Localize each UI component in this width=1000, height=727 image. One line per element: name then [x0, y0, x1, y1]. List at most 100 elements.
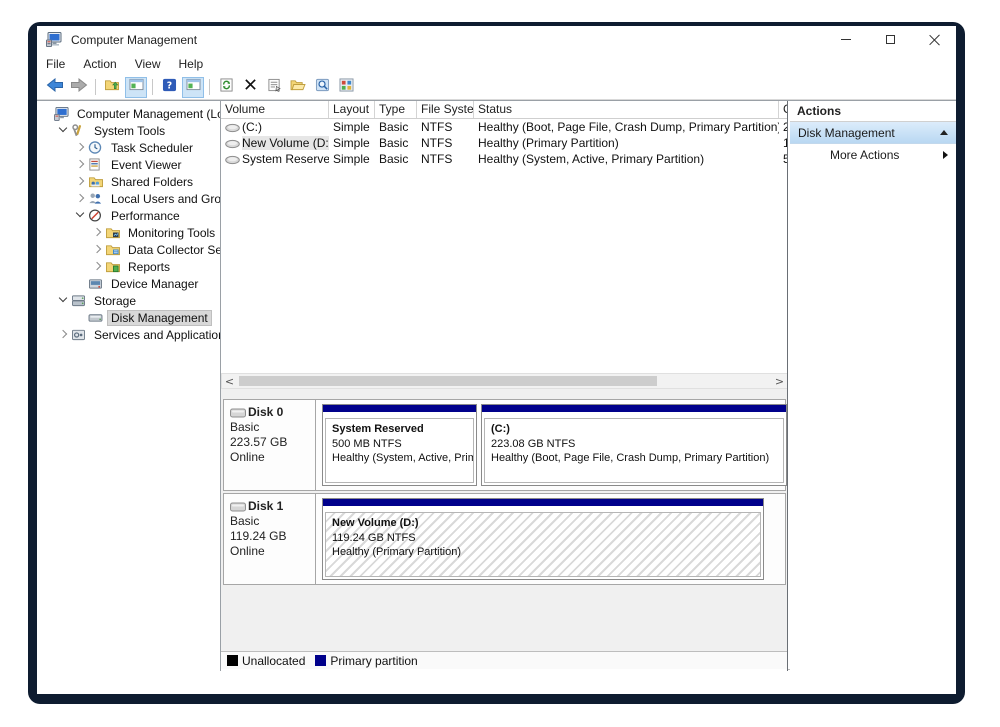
- close-button[interactable]: [912, 26, 956, 53]
- device-icon: [88, 277, 105, 291]
- volume-row-system-reserved[interactable]: System ReservedSimpleBasicNTFSHealthy (S…: [221, 151, 788, 167]
- show-console-tree-button[interactable]: [125, 77, 147, 98]
- tree-item-label: Local Users and Groups: [108, 192, 221, 206]
- tree-item-label: Storage: [91, 294, 139, 308]
- toolbar-separator: [209, 79, 210, 95]
- tree-item-label: Performance: [108, 209, 183, 223]
- disk-name: Disk 0: [248, 405, 283, 419]
- tree-item-performance[interactable]: Performance: [37, 207, 220, 224]
- menu-file[interactable]: File: [37, 54, 74, 74]
- chevron-right-icon[interactable]: [75, 176, 86, 187]
- scroll-left-arrow-icon[interactable]: <: [222, 374, 237, 388]
- more-actions-label: More Actions: [830, 148, 899, 162]
- collapse-group-icon[interactable]: [940, 130, 948, 135]
- partition-status: Healthy (Primary Partition): [332, 545, 754, 559]
- tree-item-reports[interactable]: Reports: [37, 258, 220, 275]
- tree-item-device-manager[interactable]: Device Manager: [37, 275, 220, 292]
- partition-c[interactable]: (C:)223.08 GB NTFSHealthy (Boot, Page Fi…: [481, 404, 787, 486]
- properties-button[interactable]: [263, 77, 285, 98]
- tree-item-label: Task Scheduler: [108, 141, 196, 155]
- column-header-status[interactable]: Status: [474, 101, 779, 118]
- title-bar[interactable]: Computer Management: [37, 26, 956, 53]
- cell-layout: Simple: [329, 120, 375, 134]
- column-header-file-system[interactable]: File System: [417, 101, 474, 118]
- more-actions-item[interactable]: More Actions: [790, 144, 956, 166]
- actions-group-disk-management[interactable]: Disk Management: [790, 122, 956, 144]
- minimize-button[interactable]: [824, 26, 868, 53]
- volume-row-new-volume-d[interactable]: New Volume (D:)SimpleBasicNTFSHealthy (P…: [221, 135, 788, 151]
- tree-item-label: Computer Management (Local: [74, 107, 221, 121]
- tree-item-services-and-applications[interactable]: Services and Applications: [37, 326, 220, 343]
- legend-item-unallocated: Unallocated: [227, 654, 305, 668]
- chevron-right-icon[interactable]: [92, 227, 103, 238]
- column-header-type[interactable]: Type: [375, 101, 417, 118]
- scrollbar-thumb[interactable]: [239, 376, 657, 386]
- back-button[interactable]: [44, 77, 66, 98]
- tree-item-task-scheduler[interactable]: Task Scheduler: [37, 139, 220, 156]
- tools-icon: [71, 124, 88, 138]
- chevron-right-icon[interactable]: [75, 193, 86, 204]
- tree-item-data-collector-sets[interactable]: Data Collector Sets: [37, 241, 220, 258]
- tree-item-local-users-and-groups[interactable]: Local Users and Groups: [37, 190, 220, 207]
- chevron-right-icon[interactable]: [75, 142, 86, 153]
- scroll-right-arrow-icon[interactable]: >: [772, 374, 787, 388]
- chevron-down-icon[interactable]: [58, 125, 69, 136]
- help-button[interactable]: ?: [158, 77, 180, 98]
- folder-data-icon: [105, 243, 122, 257]
- tree-item-monitoring-tools[interactable]: Monitoring Tools: [37, 224, 220, 241]
- cell-ca: 22: [779, 120, 788, 134]
- disk-state: Online: [230, 450, 311, 464]
- services-icon: [71, 328, 88, 342]
- tree-item-shared-folders[interactable]: Shared Folders: [37, 173, 220, 190]
- forward-button[interactable]: [68, 77, 90, 98]
- volume-list-horizontal-scrollbar[interactable]: < >: [221, 373, 788, 389]
- volume-row-c[interactable]: (C:)SimpleBasicNTFSHealthy (Boot, Page F…: [221, 119, 788, 135]
- primary-partition-color-bar: [482, 405, 786, 414]
- chevron-down-icon[interactable]: [58, 295, 69, 306]
- disk-header-disk-1[interactable]: Disk 1Basic119.24 GBOnline: [224, 494, 316, 584]
- disk-header-disk-0[interactable]: Disk 0Basic223.57 GBOnline: [224, 400, 316, 490]
- extension-button[interactable]: [335, 77, 357, 98]
- tree-item-computer-management-local[interactable]: Computer Management (Local: [37, 105, 220, 122]
- cell-status: Healthy (System, Active, Primary Partiti…: [474, 152, 779, 166]
- open-folder-button[interactable]: [287, 77, 309, 98]
- legend-bar: Unallocated Primary partition: [221, 651, 788, 669]
- tree-item-event-viewer[interactable]: Event Viewer: [37, 156, 220, 173]
- tree-item-system-tools[interactable]: System Tools: [37, 122, 220, 139]
- partition-system-reserved[interactable]: System Reserved500 MB NTFSHealthy (Syste…: [322, 404, 477, 486]
- show-action-pane-button[interactable]: [182, 77, 204, 98]
- back-icon: [46, 78, 64, 97]
- find-button[interactable]: [311, 77, 333, 98]
- menu-help[interactable]: Help: [170, 54, 213, 74]
- partition-new-volume-d[interactable]: New Volume (D:)119.24 GB NTFSHealthy (Pr…: [322, 498, 764, 580]
- tree-item-disk-management[interactable]: Disk Management: [37, 309, 220, 326]
- tree-item-storage[interactable]: Storage: [37, 292, 220, 309]
- column-header-volume[interactable]: Volume: [221, 101, 329, 118]
- forward-icon: [70, 78, 88, 97]
- chevron-right-icon[interactable]: [75, 159, 86, 170]
- delete-button[interactable]: [239, 77, 261, 98]
- minimize-icon: [841, 39, 851, 40]
- column-header-ca[interactable]: Ca: [779, 101, 788, 118]
- cell-status: Healthy (Boot, Page File, Crash Dump, Pr…: [474, 120, 779, 134]
- chevron-right-icon[interactable]: [92, 244, 103, 255]
- partition-title: (C:): [491, 422, 777, 437]
- column-header-layout[interactable]: Layout: [329, 101, 375, 118]
- cell-type: Basic: [375, 136, 417, 150]
- legend-label: Primary partition: [330, 654, 417, 668]
- open-folder-icon: [290, 78, 306, 96]
- chevron-placeholder: [75, 312, 86, 323]
- chevron-down-icon[interactable]: [75, 210, 86, 221]
- actions-group-label: Disk Management: [798, 126, 895, 140]
- up-one-level-button[interactable]: [101, 77, 123, 98]
- desktop-frame: Computer Management FileActionViewHelp ?…: [28, 22, 965, 704]
- delete-icon: [244, 78, 257, 96]
- chevron-right-icon[interactable]: [92, 261, 103, 272]
- users-icon: [88, 192, 105, 206]
- menu-view[interactable]: View: [126, 54, 170, 74]
- menu-action[interactable]: Action: [74, 54, 125, 74]
- toolbar-separator: [95, 79, 96, 95]
- chevron-right-icon[interactable]: [58, 329, 69, 340]
- refresh-button[interactable]: [215, 77, 237, 98]
- maximize-button[interactable]: [868, 26, 912, 53]
